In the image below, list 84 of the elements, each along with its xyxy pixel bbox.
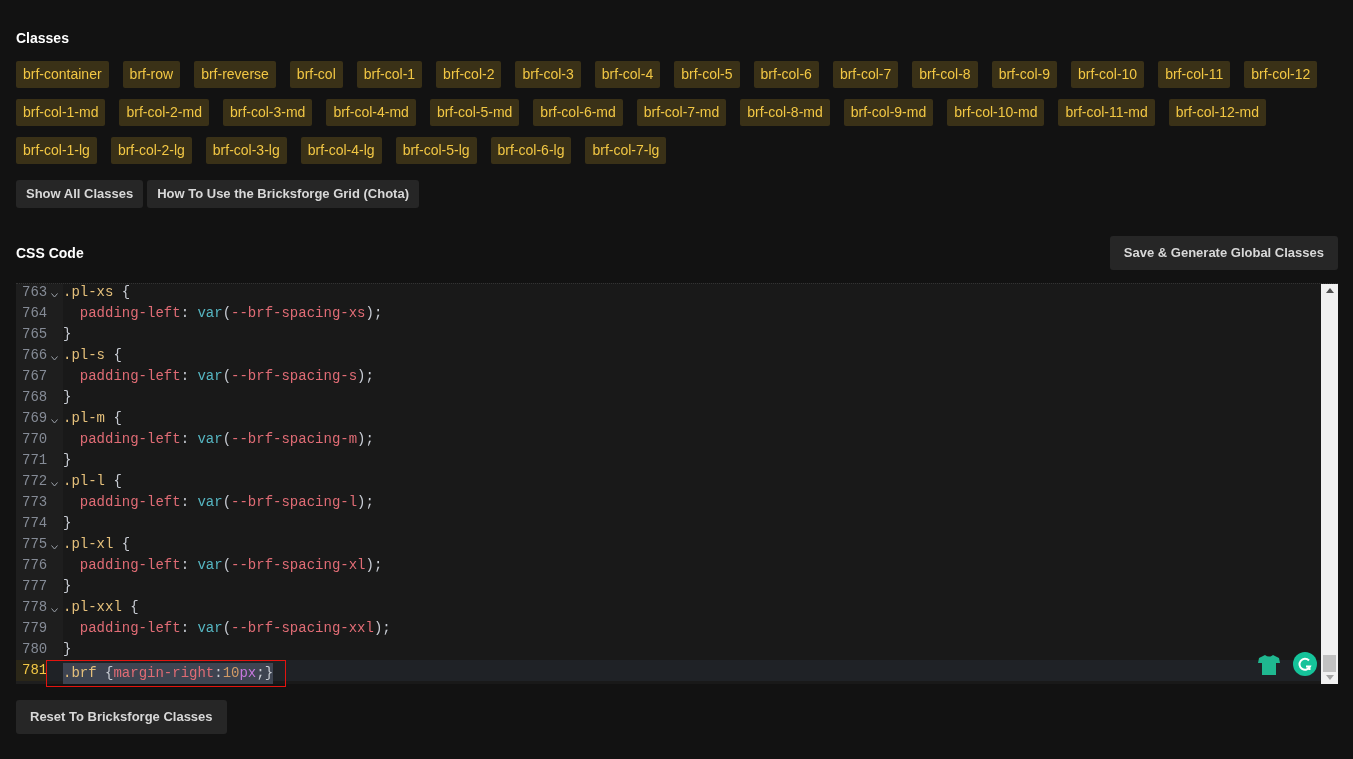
line-number: 765 [21,325,46,344]
class-tag[interactable]: brf-col-6 [753,61,819,88]
class-tag[interactable]: brf-col-5-md [429,99,520,126]
class-tag[interactable]: brf-col-7-lg [585,137,667,164]
scrollbar-thumb[interactable] [1323,655,1336,672]
class-tag[interactable]: brf-col-9-md [843,99,934,126]
code-line: padding-left: var(--brf-spacing-s); [78,367,374,386]
line-number: 773 [21,493,46,512]
class-tag[interactable]: brf-col-10-md [947,99,1045,126]
class-tag[interactable]: brf-col [289,61,343,88]
class-tag[interactable]: brf-col-12-md [1168,99,1266,126]
class-tag[interactable]: brf-col-2-md [119,99,209,126]
class-tag[interactable]: brf-col-3 [515,61,581,88]
class-tag[interactable]: brf-col-5-lg [395,137,477,164]
class-tag[interactable]: brf-col-7 [832,61,899,88]
section-heading: CSS Code [16,244,84,263]
code-line: padding-left: var(--brf-spacing-xs); [78,304,383,323]
grammar-check-icon[interactable] [1293,652,1317,676]
class-tag[interactable]: brf-col-4-lg [300,137,382,164]
code-line: } [63,325,72,344]
line-number: 770 [21,430,46,449]
code-line: } [63,451,72,470]
code-line: } [63,640,72,659]
line-number: 772 [21,472,46,491]
class-tag[interactable]: brf-col-8-md [740,99,830,126]
line-number: 769 [21,409,46,428]
class-tag[interactable]: brf-row [122,61,181,88]
t-shirt-icon[interactable] [1258,655,1280,675]
class-tag[interactable]: brf-col-4 [594,61,661,88]
line-number: 778 [21,598,46,617]
scroll-up-icon[interactable] [1325,288,1334,293]
line-number: 780 [21,640,46,659]
save-button[interactable]: Save & Generate Global Classes [1109,236,1338,270]
class-tag[interactable]: brf-col-6-lg [490,137,572,164]
code-line: padding-left: var(--brf-spacing-xxl); [78,619,391,638]
code-line: } [63,388,72,407]
code-line: .pl-l { [63,472,122,491]
code-line: .pl-xxl { [63,598,139,617]
line-number: 768 [21,388,46,407]
class-tag[interactable]: brf-container [16,61,109,88]
class-tag[interactable]: brf-col-1-md [16,99,106,126]
code-line: } [63,514,72,533]
line-number: 774 [21,514,46,533]
code-line: padding-left: var(--brf-spacing-l); [78,493,374,512]
line-number: 781 [16,660,46,681]
class-tag[interactable]: brf-col-10 [1071,61,1145,88]
line-number: 779 [21,619,46,638]
class-tag[interactable]: brf-reverse [194,61,276,88]
class-tag[interactable]: brf-col-3-md [222,99,313,126]
line-number: 775 [21,535,46,554]
line-number: 766 [21,346,46,365]
section-heading: Classes [16,29,70,48]
code-line: padding-left: var(--brf-spacing-xl); [78,556,383,575]
class-tag[interactable]: brf-col-7-md [636,99,727,126]
class-tag[interactable]: brf-col-8 [912,61,978,88]
class-tag[interactable]: brf-col-9 [991,61,1057,88]
class-tag[interactable]: brf-col-11 [1158,61,1231,88]
class-tag[interactable]: brf-col-1 [356,61,423,88]
action-button[interactable]: How To Use the Bricksforge Grid (Chota) [147,180,419,208]
action-button[interactable]: Show All Classes [16,180,144,208]
class-tag[interactable]: brf-col-11-md [1058,99,1155,126]
line-number: 764 [21,304,46,323]
line-number: 771 [21,451,46,470]
line-number: 767 [21,367,46,386]
class-tag[interactable]: brf-col-2-lg [110,137,192,164]
line-number: 776 [21,556,46,575]
class-tag[interactable]: brf-col-3-lg [205,137,287,164]
code-line: .pl-s { [63,346,122,365]
class-tag[interactable]: brf-col-1-lg [16,137,97,164]
line-number: 763 [21,283,46,302]
class-tag[interactable]: brf-col-12 [1244,61,1318,88]
code-line: .pl-xl { [63,535,131,554]
class-tag[interactable]: brf-col-5 [674,61,740,88]
scrollbar[interactable] [1321,284,1338,684]
class-tag[interactable]: brf-col-4-md [326,99,416,126]
code-line: } [63,577,72,596]
line-number: 777 [21,577,46,596]
class-tag[interactable]: brf-col-6-md [533,99,623,126]
code-editor[interactable] [16,283,1338,684]
code-line: .pl-xs { [63,283,131,302]
code-line: .pl-m { [63,409,122,428]
class-tag[interactable]: brf-col-2 [436,61,502,88]
code-line: padding-left: var(--brf-spacing-m); [78,430,374,449]
reset-button[interactable]: Reset To Bricksforge Classes [16,700,227,734]
